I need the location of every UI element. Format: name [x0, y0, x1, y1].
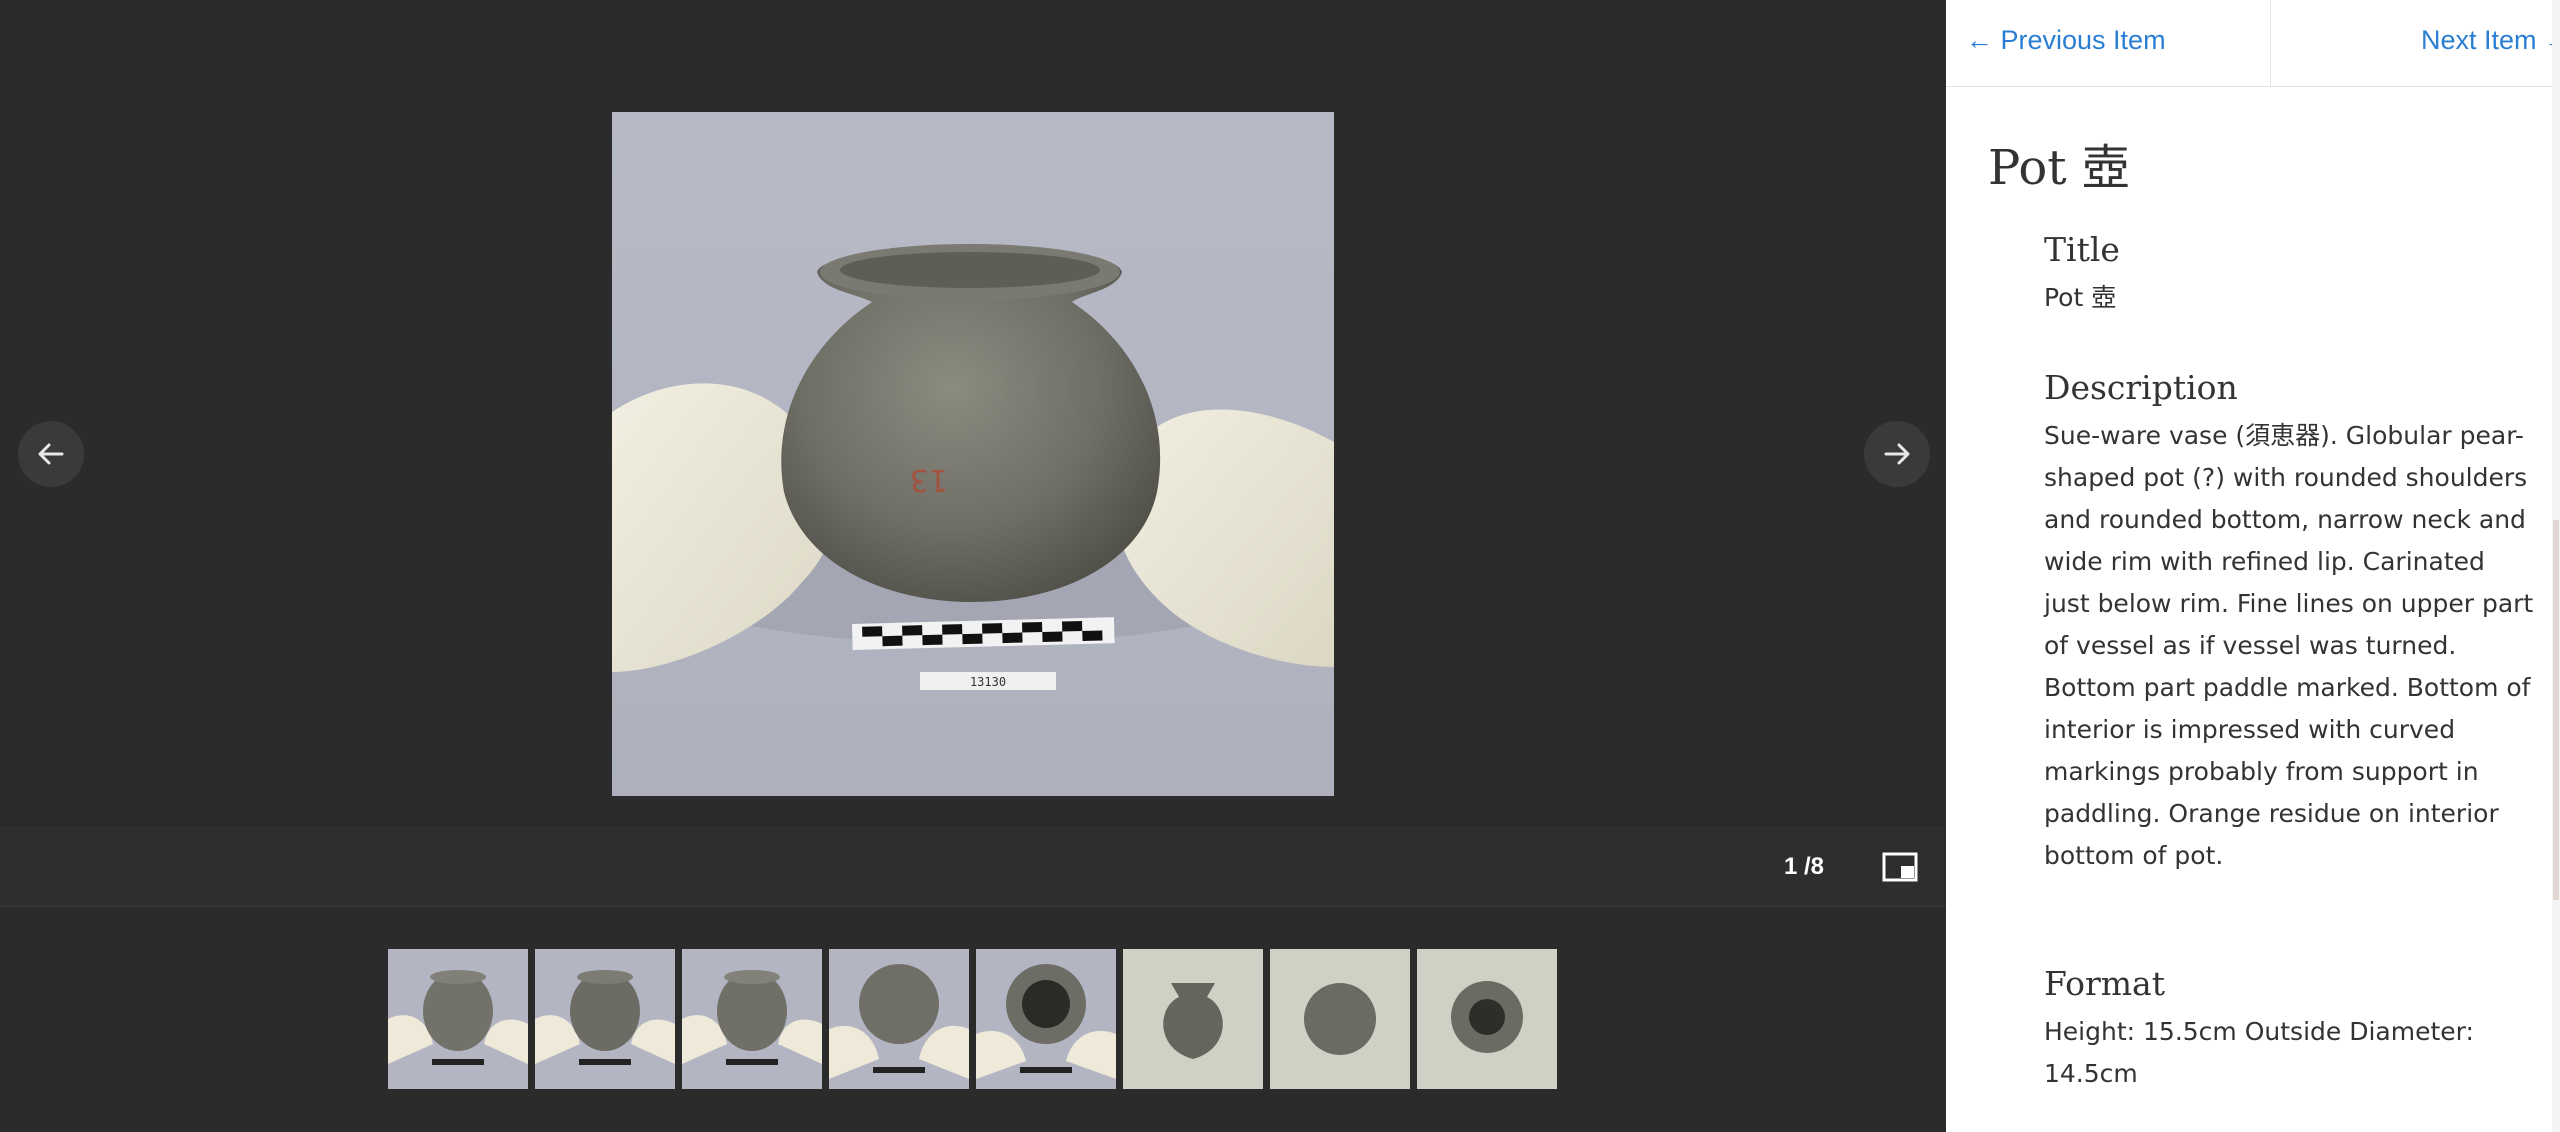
previous-image-button[interactable]: [18, 421, 84, 487]
layout-toggle-icon: [1882, 852, 1918, 882]
pot-ink-mark: 13: [910, 462, 948, 497]
field-title-label: Title: [2044, 230, 2120, 269]
main-photo[interactable]: 13130 13: [612, 112, 1334, 796]
thumbnail-8[interactable]: [1417, 949, 1557, 1089]
layout-toggle-button[interactable]: [1882, 850, 1918, 884]
arrow-right-icon: [1884, 443, 1910, 465]
thumbnail-7[interactable]: [1270, 949, 1410, 1089]
field-description: Description Sue-ware vase (須恵器). Globula…: [2044, 368, 2534, 877]
next-image-button[interactable]: [1864, 421, 1930, 487]
previous-item-link[interactable]: ← Previous Item: [1966, 0, 2166, 80]
thumbnail-3[interactable]: [682, 949, 822, 1089]
arrow-left-icon: [38, 443, 64, 465]
thumbnail-2[interactable]: [535, 949, 675, 1089]
item-navigation: ← Previous Item Next Item →: [1946, 0, 2560, 87]
image-viewer: 13130 13 1 /8: [0, 0, 1946, 1132]
thumbnail-strip: [0, 907, 1946, 1132]
thumbnail-4[interactable]: [829, 949, 969, 1089]
image-counter: 1 /8: [1784, 853, 1825, 880]
field-format: Format Height: 15.5cm Outside Diameter: …: [2044, 964, 2534, 1095]
nav-divider: [2270, 0, 2271, 87]
field-title: Title Pot 壺: [2044, 230, 2534, 319]
viewer-toolbar: 1 /8: [0, 825, 1946, 907]
thumbnail-5[interactable]: [976, 949, 1116, 1089]
pot-photo-illustration: 13130 13: [612, 244, 1334, 690]
specimen-number-label: 13130: [970, 675, 1006, 689]
item-heading: Pot 壺: [1988, 140, 2130, 196]
thumbnail-1[interactable]: [388, 949, 528, 1089]
viewer-stage: 13130 13: [0, 0, 1946, 825]
next-item-link[interactable]: Next Item →: [2421, 0, 2560, 80]
panel-scrollbar-thumb[interactable]: [2553, 520, 2559, 900]
field-title-value: Pot 壺: [2044, 283, 2117, 312]
thumbnail-6[interactable]: [1123, 949, 1263, 1089]
field-format-label: Format: [2044, 964, 2165, 1003]
field-format-value: Height: 15.5cm Outside Diameter: 14.5cm: [2044, 1017, 2474, 1088]
item-details-panel: ← Previous Item Next Item → Pot 壺 Title …: [1946, 0, 2560, 1132]
field-description-label: Description: [2044, 368, 2238, 407]
field-description-value: Sue-ware vase (須恵器). Globular pear-shape…: [2044, 421, 2534, 870]
